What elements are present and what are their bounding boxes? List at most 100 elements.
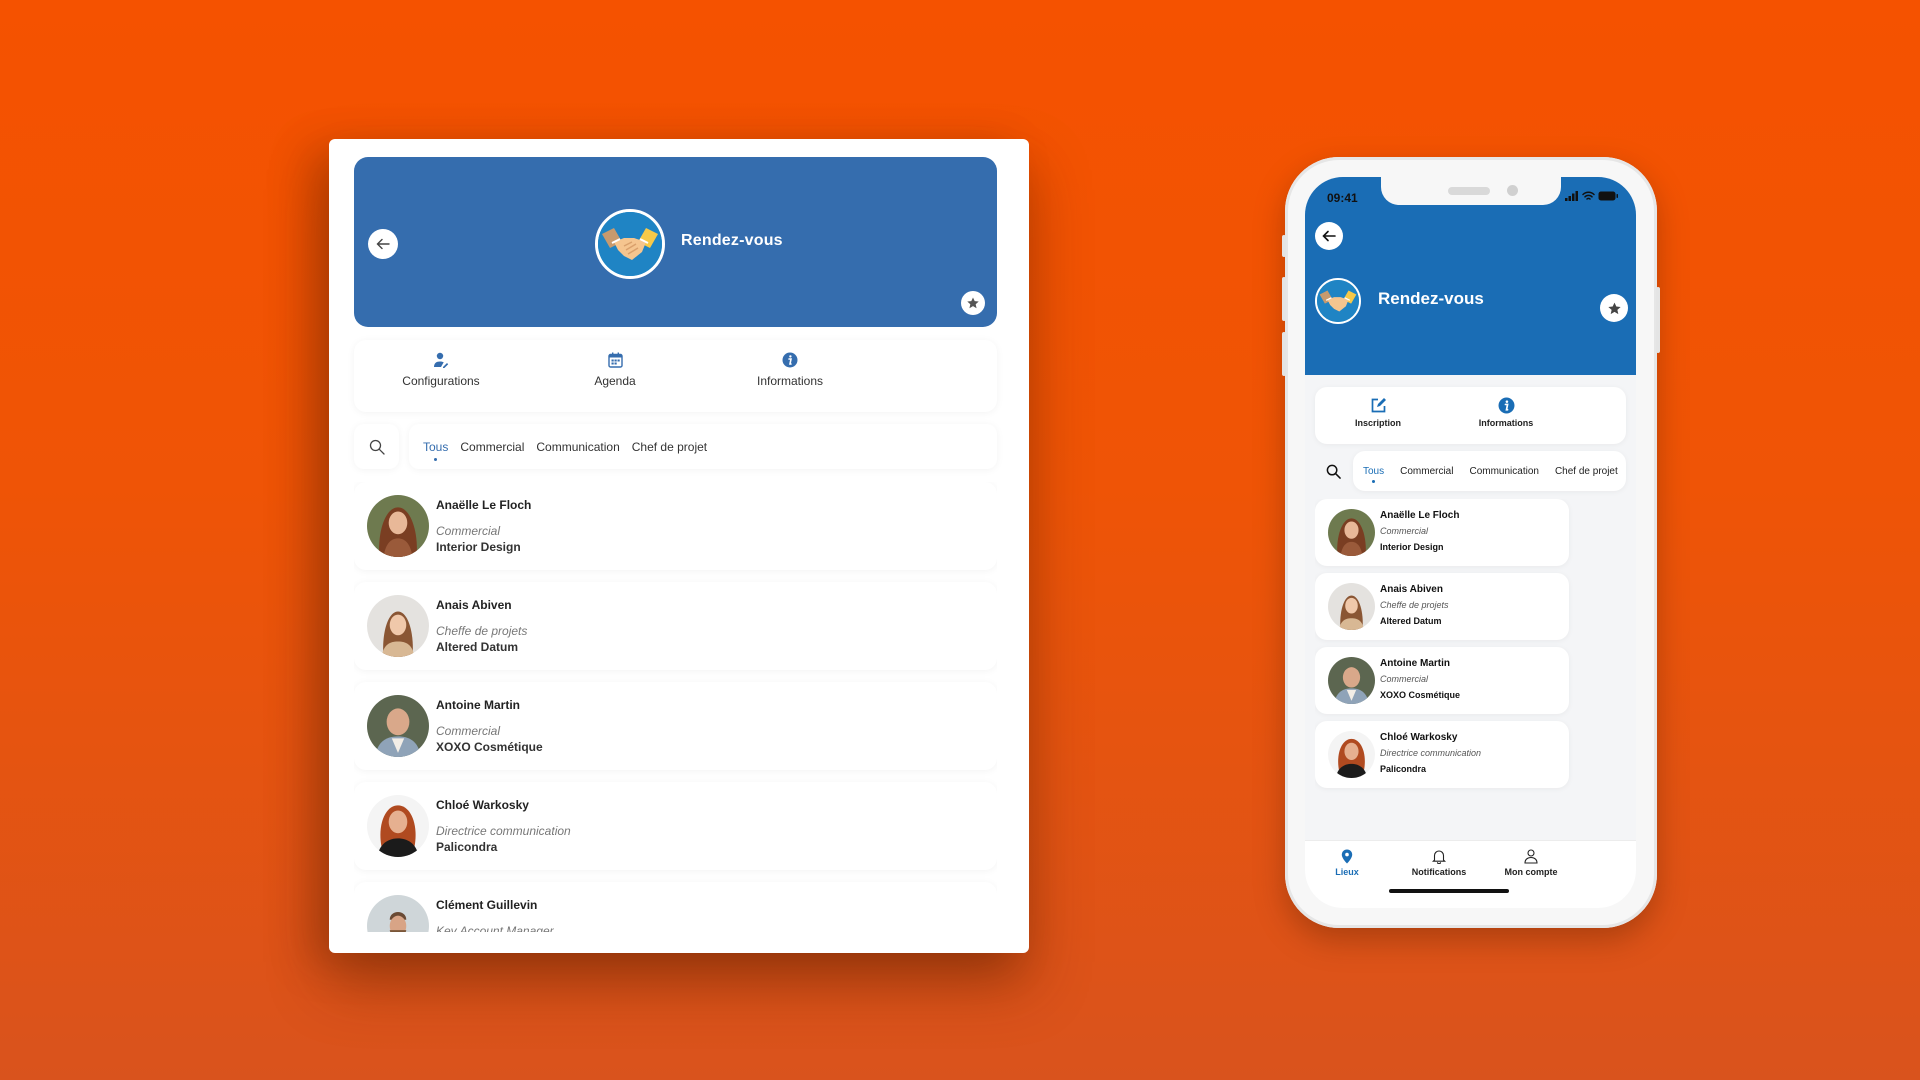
mute-switch	[1282, 235, 1286, 257]
contact-role: Directrice communication	[436, 824, 571, 838]
filter-commercial[interactable]: Commercial	[460, 440, 524, 454]
list-item[interactable]: Chloé Warkosky Directrice communication …	[354, 782, 997, 870]
nav-lieux[interactable]: Lieux	[1305, 849, 1397, 877]
edit-icon	[1371, 398, 1386, 413]
contact-company: Interior Design	[1380, 542, 1444, 552]
filter-bar: Tous Commercial Communication Chef de pr…	[409, 424, 997, 469]
handshake-icon	[1315, 278, 1361, 324]
tab-bar: Inscription Informations	[1315, 387, 1626, 444]
list-item[interactable]: Antoine Martin Commercial XOXO Cosmétiqu…	[1315, 647, 1569, 714]
tab-agenda[interactable]: Agenda	[535, 352, 695, 388]
star-icon	[1607, 302, 1621, 314]
filter-communication[interactable]: Communication	[536, 440, 619, 454]
tab-label: Inscription	[1354, 418, 1401, 428]
contact-name: Anais Abiven	[436, 598, 512, 612]
status-time: 09:41	[1327, 191, 1358, 205]
bottom-navigation: Lieux Notifications Mon compte	[1305, 840, 1636, 908]
contact-name: Clément Guillevin	[436, 898, 538, 912]
info-icon	[1498, 397, 1514, 414]
tab-informations[interactable]: Informations	[710, 352, 870, 388]
bell-icon	[1432, 850, 1446, 864]
list-item[interactable]: Clément Guillevin Key Account Manager	[354, 882, 997, 932]
power-button	[1656, 287, 1660, 353]
wifi-icon	[1582, 191, 1595, 200]
back-button[interactable]	[1315, 222, 1343, 250]
list-item[interactable]: Anaëlle Le Floch Commercial Interior Des…	[1315, 499, 1569, 566]
contact-company: XOXO Cosmétique	[436, 740, 543, 754]
filter-commercial[interactable]: Commercial	[1400, 466, 1453, 477]
contact-role: Commercial	[436, 524, 501, 538]
filter-chef-de-projet[interactable]: Chef de projet	[632, 440, 707, 454]
filter-chef-de-projet[interactable]: Chef de projet	[1555, 466, 1618, 477]
avatar	[367, 695, 429, 757]
filter-tous[interactable]: Tous	[1363, 466, 1384, 483]
notch	[1381, 177, 1561, 205]
back-button[interactable]	[368, 229, 398, 259]
signal-icon	[1565, 191, 1578, 201]
tab-bar: Configurations Agenda Informations	[354, 340, 997, 412]
filter-tous[interactable]: Tous	[423, 440, 448, 461]
contact-company: Palicondra	[436, 840, 498, 854]
page-title: Rendez-vous	[681, 232, 783, 249]
avatar	[367, 895, 429, 932]
front-camera	[1507, 185, 1518, 196]
nav-notifications[interactable]: Notifications	[1389, 849, 1489, 877]
search-button[interactable]	[354, 424, 399, 469]
search-button[interactable]	[1315, 451, 1351, 491]
volume-down-button	[1282, 332, 1286, 376]
avatar	[367, 795, 429, 857]
user-edit-icon	[434, 352, 449, 368]
contact-company: Altered Datum	[1380, 616, 1442, 626]
list-item[interactable]: Anais Abiven Cheffe de projets Altered D…	[1315, 573, 1569, 640]
tab-label: Informations	[1478, 418, 1534, 428]
header-banner: Rendez-vous	[354, 157, 997, 327]
contact-list: Anaëlle Le Floch Commercial Interior Des…	[1315, 499, 1626, 839]
filter-bar: Tous Commercial Communication Chef de pr…	[1353, 451, 1626, 491]
nav-label: Mon compte	[1504, 867, 1558, 877]
tab-configurations[interactable]: Configurations	[361, 352, 521, 388]
list-item[interactable]: Chloé Warkosky Directrice communication …	[1315, 721, 1569, 788]
calendar-icon	[607, 352, 623, 368]
contact-role: Commercial	[436, 724, 501, 738]
contact-list: Anaëlle Le Floch Commercial Interior Des…	[354, 482, 997, 932]
speaker-grille	[1448, 187, 1490, 195]
handshake-icon	[595, 209, 665, 279]
star-icon	[967, 297, 979, 309]
contact-name: Antoine Martin	[1380, 658, 1450, 669]
contact-name: Anaëlle Le Floch	[436, 498, 532, 512]
avatar	[1328, 583, 1375, 630]
nav-mon-compte[interactable]: Mon compte	[1481, 849, 1581, 877]
phone-screen: 09:41 Rendez-vous Inscription Informatio…	[1305, 177, 1636, 908]
status-icons	[1565, 191, 1618, 201]
list-item[interactable]: Antoine Martin Commercial XOXO Cosmétiqu…	[354, 682, 997, 770]
filter-communication[interactable]: Communication	[1469, 466, 1538, 477]
contact-role: Cheffe de projets	[1380, 600, 1449, 610]
contact-company: XOXO Cosmétique	[1380, 690, 1461, 700]
avatar	[367, 495, 429, 557]
contact-name: Antoine Martin	[436, 698, 520, 712]
contact-role: Directrice communication	[1380, 748, 1482, 758]
search-icon	[1326, 464, 1341, 479]
contact-name: Chloé Warkosky	[436, 798, 529, 812]
contact-company: Palicondra	[1380, 764, 1427, 774]
nav-label: Lieux	[1335, 867, 1359, 877]
arrow-left-icon	[1322, 230, 1336, 242]
contact-name: Anais Abiven	[1380, 584, 1443, 595]
list-item[interactable]: Anaëlle Le Floch Commercial Interior Des…	[354, 482, 997, 570]
favorite-button[interactable]	[961, 291, 985, 315]
info-icon	[782, 352, 798, 368]
contact-role: Cheffe de projets	[436, 624, 528, 638]
map-pin-icon	[1341, 849, 1353, 864]
tab-inscription[interactable]: Inscription	[1323, 397, 1433, 428]
arrow-left-icon	[376, 238, 390, 250]
contact-company: Interior Design	[436, 540, 521, 554]
tab-informations[interactable]: Informations	[1451, 397, 1561, 428]
list-item[interactable]: Anais Abiven Cheffe de projets Altered D…	[354, 582, 997, 670]
favorite-button[interactable]	[1600, 294, 1628, 322]
contact-role: Key Account Manager	[436, 924, 554, 932]
contact-role: Commercial	[1380, 526, 1429, 536]
home-indicator[interactable]	[1389, 889, 1509, 893]
tab-label: Informations	[756, 374, 824, 388]
volume-up-button	[1282, 277, 1286, 321]
contact-name: Anaëlle Le Floch	[1380, 510, 1460, 521]
